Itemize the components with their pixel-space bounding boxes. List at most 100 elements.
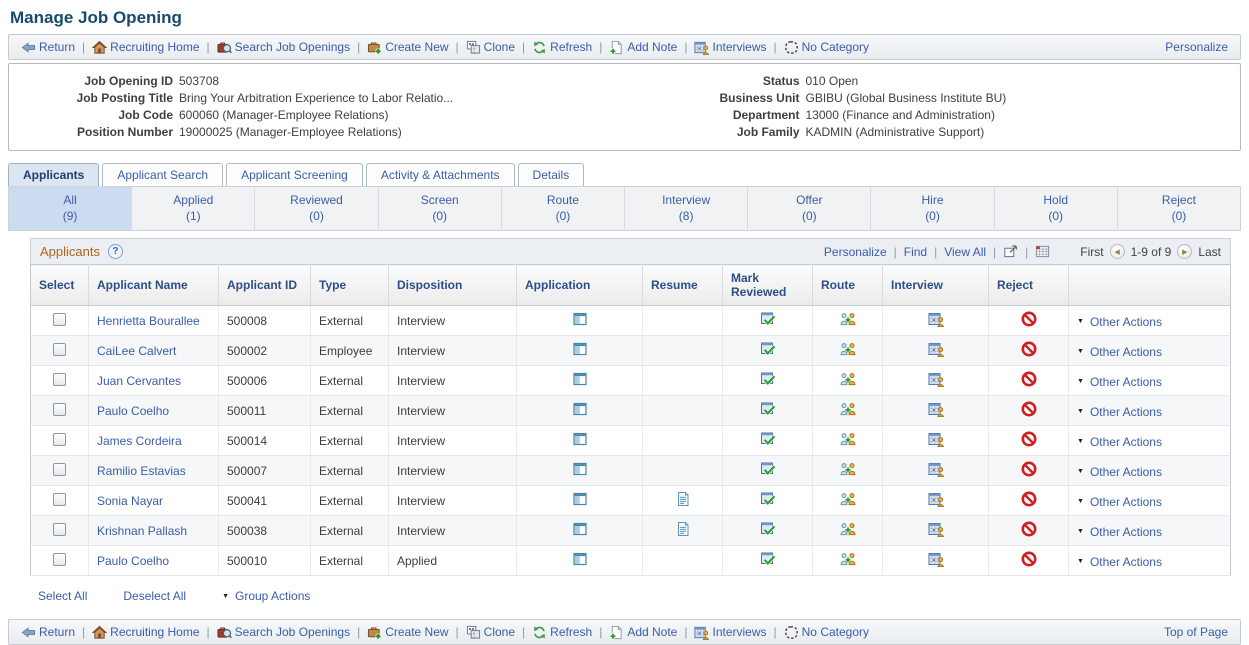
row-select-checkbox[interactable] bbox=[53, 373, 66, 386]
row-select-checkbox[interactable] bbox=[53, 313, 66, 326]
phase-tab-hold[interactable]: Hold(0) bbox=[995, 187, 1118, 230]
personalize-link[interactable]: Personalize bbox=[1165, 40, 1228, 54]
create-new-button[interactable]: Create New bbox=[367, 625, 448, 640]
no-category-button[interactable]: No Category bbox=[784, 40, 869, 55]
applicant-name-link[interactable]: Paulo Coelho bbox=[97, 554, 169, 568]
top-of-page-link[interactable]: Top of Page bbox=[1164, 625, 1228, 639]
application-icon[interactable] bbox=[572, 551, 588, 567]
interviews-button[interactable]: Interviews bbox=[694, 625, 766, 640]
other-actions-dropdown[interactable]: ▼Other Actions bbox=[1077, 405, 1162, 419]
grid-find-link[interactable]: Find bbox=[904, 245, 927, 259]
column-header-application[interactable]: Application bbox=[517, 265, 643, 306]
route-icon[interactable] bbox=[840, 491, 856, 507]
refresh-button[interactable]: Refresh bbox=[532, 40, 592, 55]
interview-icon[interactable] bbox=[928, 401, 944, 417]
route-icon[interactable] bbox=[840, 521, 856, 537]
route-icon[interactable] bbox=[840, 311, 856, 327]
grid-personalize-link[interactable]: Personalize bbox=[824, 245, 887, 259]
deselect-all-link[interactable]: Deselect All bbox=[123, 589, 186, 603]
mark-reviewed-icon[interactable] bbox=[760, 311, 776, 327]
applicant-name-link[interactable]: James Cordeira bbox=[97, 434, 182, 448]
pagination-first-link[interactable]: First bbox=[1080, 245, 1103, 259]
reject-icon[interactable] bbox=[1021, 431, 1037, 447]
refresh-button[interactable]: Refresh bbox=[532, 625, 592, 640]
applicant-name-link[interactable]: Sonia Nayar bbox=[97, 494, 163, 508]
interview-icon[interactable] bbox=[928, 491, 944, 507]
interview-icon[interactable] bbox=[928, 521, 944, 537]
column-header-reject[interactable]: Reject bbox=[989, 265, 1069, 306]
clone-button[interactable]: Clone bbox=[466, 40, 515, 55]
no-category-button[interactable]: No Category bbox=[784, 625, 869, 640]
resume-icon[interactable] bbox=[675, 521, 691, 537]
applicant-name-link[interactable]: Krishnan Pallash bbox=[97, 524, 187, 538]
reject-icon[interactable] bbox=[1021, 371, 1037, 387]
route-icon[interactable] bbox=[840, 461, 856, 477]
group-actions-dropdown[interactable]: ▼Group Actions bbox=[222, 589, 310, 603]
other-actions-dropdown[interactable]: ▼Other Actions bbox=[1077, 315, 1162, 329]
create-new-button[interactable]: Create New bbox=[367, 40, 448, 55]
reject-icon[interactable] bbox=[1021, 341, 1037, 357]
application-icon[interactable] bbox=[572, 461, 588, 477]
tab-applicant-search[interactable]: Applicant Search bbox=[102, 163, 223, 186]
application-icon[interactable] bbox=[572, 521, 588, 537]
mark-reviewed-icon[interactable] bbox=[760, 461, 776, 477]
download-grid-icon[interactable] bbox=[1035, 244, 1050, 259]
phase-tab-offer[interactable]: Offer(0) bbox=[748, 187, 871, 230]
applicant-name-link[interactable]: Paulo Coelho bbox=[97, 404, 169, 418]
reject-icon[interactable] bbox=[1021, 521, 1037, 537]
add-note-button[interactable]: Add Note bbox=[609, 625, 677, 640]
reject-icon[interactable] bbox=[1021, 311, 1037, 327]
clone-button[interactable]: Clone bbox=[466, 625, 515, 640]
application-icon[interactable] bbox=[572, 491, 588, 507]
application-icon[interactable] bbox=[572, 311, 588, 327]
application-icon[interactable] bbox=[572, 431, 588, 447]
route-icon[interactable] bbox=[840, 551, 856, 567]
row-select-checkbox[interactable] bbox=[53, 343, 66, 356]
row-select-checkbox[interactable] bbox=[53, 553, 66, 566]
reject-icon[interactable] bbox=[1021, 551, 1037, 567]
pagination-next-button[interactable]: ▶ bbox=[1177, 244, 1192, 259]
interview-icon[interactable] bbox=[928, 551, 944, 567]
search-job-openings-button[interactable]: Search Job Openings bbox=[217, 625, 350, 640]
column-header-disposition[interactable]: Disposition bbox=[389, 265, 517, 306]
column-header-mark-reviewed[interactable]: Mark Reviewed bbox=[723, 265, 813, 306]
route-icon[interactable] bbox=[840, 431, 856, 447]
mark-reviewed-icon[interactable] bbox=[760, 491, 776, 507]
row-select-checkbox[interactable] bbox=[53, 433, 66, 446]
column-header-resume[interactable]: Resume bbox=[643, 265, 723, 306]
phase-tab-all[interactable]: All(9) bbox=[9, 187, 132, 230]
help-icon[interactable]: ? bbox=[108, 244, 123, 259]
grid-view-all-link[interactable]: View All bbox=[944, 245, 986, 259]
route-icon[interactable] bbox=[840, 371, 856, 387]
other-actions-dropdown[interactable]: ▼Other Actions bbox=[1077, 375, 1162, 389]
phase-tab-route[interactable]: Route(0) bbox=[502, 187, 625, 230]
tab-applicant-screening[interactable]: Applicant Screening bbox=[226, 163, 363, 186]
column-header-interview[interactable]: Interview bbox=[883, 265, 989, 306]
add-note-button[interactable]: Add Note bbox=[609, 40, 677, 55]
phase-tab-reviewed[interactable]: Reviewed(0) bbox=[255, 187, 378, 230]
interview-icon[interactable] bbox=[928, 311, 944, 327]
applicant-name-link[interactable]: Ramilio Estavias bbox=[97, 464, 186, 478]
other-actions-dropdown[interactable]: ▼Other Actions bbox=[1077, 525, 1162, 539]
application-icon[interactable] bbox=[572, 401, 588, 417]
row-select-checkbox[interactable] bbox=[53, 403, 66, 416]
interview-icon[interactable] bbox=[928, 371, 944, 387]
column-header-type[interactable]: Type bbox=[311, 265, 389, 306]
zoom-grid-icon[interactable] bbox=[1003, 244, 1018, 259]
pagination-last-link[interactable]: Last bbox=[1198, 245, 1221, 259]
other-actions-dropdown[interactable]: ▼Other Actions bbox=[1077, 435, 1162, 449]
mark-reviewed-icon[interactable] bbox=[760, 401, 776, 417]
tab-applicants[interactable]: Applicants bbox=[8, 163, 99, 186]
search-job-openings-button[interactable]: Search Job Openings bbox=[217, 40, 350, 55]
column-header-applicant-id[interactable]: Applicant ID bbox=[219, 265, 311, 306]
resume-icon[interactable] bbox=[675, 491, 691, 507]
applicant-name-link[interactable]: CaiLee Calvert bbox=[97, 344, 176, 358]
phase-tab-screen[interactable]: Screen(0) bbox=[379, 187, 502, 230]
mark-reviewed-icon[interactable] bbox=[760, 521, 776, 537]
column-header-route[interactable]: Route bbox=[813, 265, 883, 306]
mark-reviewed-icon[interactable] bbox=[760, 341, 776, 357]
interview-icon[interactable] bbox=[928, 461, 944, 477]
reject-icon[interactable] bbox=[1021, 401, 1037, 417]
other-actions-dropdown[interactable]: ▼Other Actions bbox=[1077, 345, 1162, 359]
pagination-prev-button[interactable]: ◀ bbox=[1110, 244, 1125, 259]
